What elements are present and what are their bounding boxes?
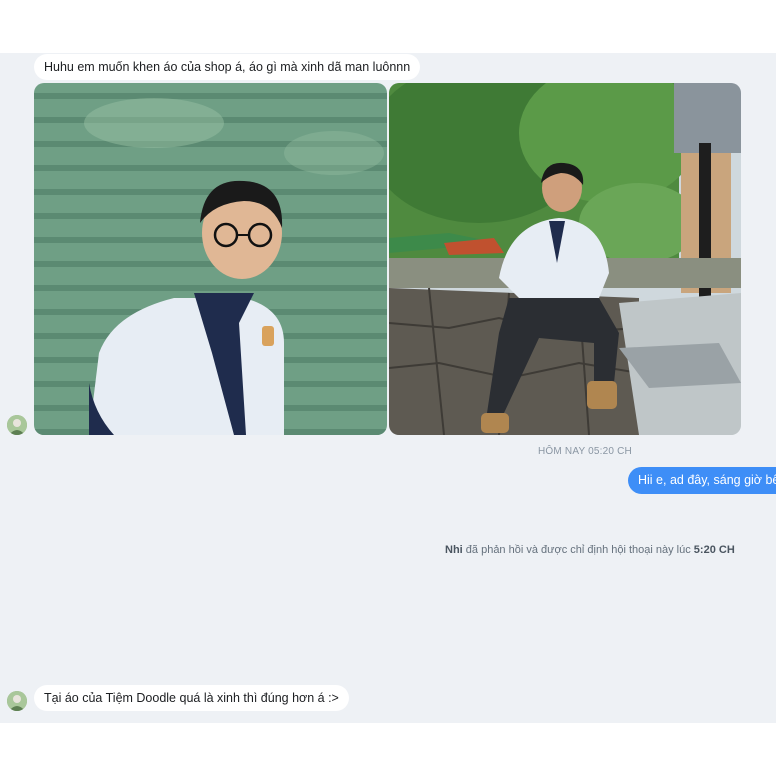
assignment-system-note: Nhi đã phản hồi và được chỉ định hội tho… — [445, 544, 735, 556]
message-timestamp: HÔM NAY 05:20 CH — [538, 446, 632, 457]
assignment-time: 5:20 CH — [693, 544, 735, 556]
incoming-message-bubble[interactable]: Tại áo của Tiệm Doodle quá là xinh thì đ… — [34, 685, 349, 711]
message-text: Hii e, ad đây, sáng giờ bên a — [638, 473, 776, 487]
agent-name: Nhi — [445, 544, 463, 556]
outgoing-message-bubble[interactable]: Hii e, ad đây, sáng giờ bên a — [628, 467, 776, 494]
incoming-message-bubble[interactable]: Huhu em muốn khen áo của shop á, áo gì m… — [34, 54, 421, 80]
message-text: Huhu em muốn khen áo của shop á, áo gì m… — [44, 60, 411, 74]
message-text: Tại áo của Tiệm Doodle quá là xinh thì đ… — [44, 691, 339, 705]
customer-photo-2[interactable] — [389, 83, 741, 435]
system-note-text: đã phản hồi và được chỉ định hội thoại n… — [462, 544, 694, 556]
customer-avatar[interactable] — [7, 691, 27, 711]
customer-avatar[interactable] — [7, 415, 27, 435]
chat-conversation-area: Huhu em muốn khen áo của shop á, áo gì m… — [0, 53, 776, 723]
customer-photo-1[interactable] — [34, 83, 387, 435]
